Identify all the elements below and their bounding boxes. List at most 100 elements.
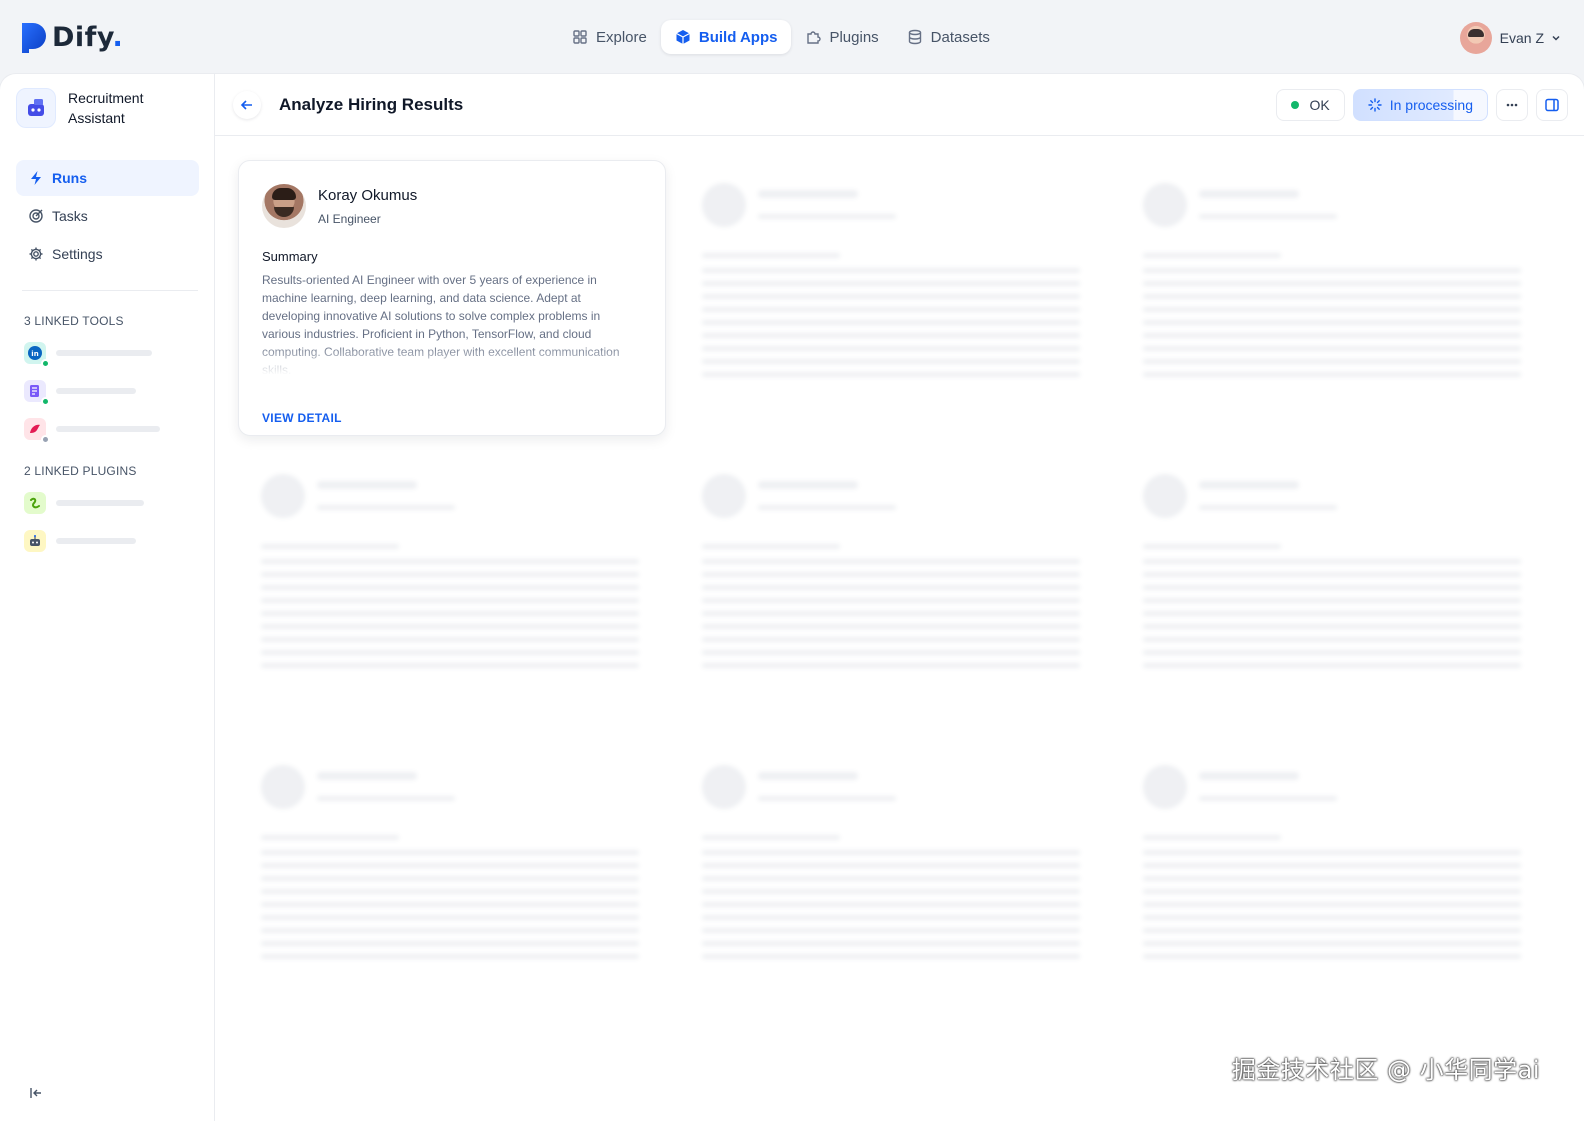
skeleton-avatar bbox=[702, 765, 746, 809]
skeleton-heading bbox=[702, 253, 840, 258]
skeleton-subtitle bbox=[758, 214, 896, 219]
skeleton-avatar bbox=[261, 765, 305, 809]
skeleton-line bbox=[1143, 941, 1521, 946]
skeleton-avatar bbox=[1143, 183, 1187, 227]
app-header: Recruitment Assistant bbox=[16, 88, 178, 128]
view-detail-link[interactable]: VIEW DETAIL bbox=[262, 411, 342, 425]
skeleton-line bbox=[261, 663, 639, 668]
skeleton-card bbox=[679, 451, 1107, 727]
skeleton-line bbox=[261, 611, 639, 616]
skeleton-line bbox=[261, 941, 639, 946]
sidebar-item-label: Tasks bbox=[52, 208, 88, 224]
linked-plugin-robot[interactable] bbox=[24, 530, 136, 552]
sidebar-item-settings[interactable]: Settings bbox=[16, 236, 199, 272]
skeleton-line bbox=[261, 889, 639, 894]
nav-plugins[interactable]: Plugins bbox=[791, 20, 892, 54]
skeleton-line bbox=[1143, 559, 1521, 564]
skeleton-line bbox=[1143, 598, 1521, 603]
skeleton-line bbox=[702, 611, 1080, 616]
skeleton-line bbox=[1143, 915, 1521, 920]
more-options-button[interactable] bbox=[1496, 89, 1528, 121]
more-horizontal-icon bbox=[1506, 103, 1518, 107]
back-button[interactable] bbox=[233, 91, 261, 119]
puzzle-icon bbox=[807, 31, 822, 44]
sidebar-item-runs[interactable]: Runs bbox=[16, 160, 199, 196]
linked-plugin-snake[interactable] bbox=[24, 492, 144, 514]
status-ok-badge[interactable]: OK bbox=[1276, 89, 1345, 121]
skeleton-line bbox=[702, 294, 1080, 299]
status-ok-label: OK bbox=[1309, 97, 1330, 113]
processing-status-badge[interactable]: In processing bbox=[1352, 89, 1488, 121]
loading-spinner-icon bbox=[1368, 98, 1382, 112]
toggle-panel-button[interactable] bbox=[1536, 89, 1568, 121]
sidebar-divider bbox=[22, 290, 198, 291]
chevron-down-icon bbox=[1552, 35, 1560, 41]
nav-explore[interactable]: Explore bbox=[558, 20, 661, 54]
skeleton-line bbox=[702, 333, 1080, 338]
skeleton-line bbox=[1143, 585, 1521, 590]
page-title: Analyze Hiring Results bbox=[279, 95, 464, 114]
linked-tool-form[interactable] bbox=[24, 380, 136, 406]
app-sidebar: Recruitment Assistant Runs Tasks Setting… bbox=[0, 74, 215, 1121]
skeleton-heading bbox=[1143, 253, 1281, 258]
skeleton-line bbox=[702, 663, 1080, 668]
tool-name-placeholder bbox=[56, 350, 152, 356]
top-navigation-bar: Dify. Explore Build Apps Plugins Dataset… bbox=[0, 0, 1584, 74]
processing-label: In processing bbox=[1389, 97, 1473, 113]
sidebar-item-label: Runs bbox=[52, 170, 87, 186]
candidate-role: AI Engineer bbox=[318, 212, 381, 226]
skeleton-line bbox=[1143, 637, 1521, 642]
skeleton-line bbox=[1143, 572, 1521, 577]
nav-explore-label: Explore bbox=[596, 28, 647, 46]
header-actions: OK In processing bbox=[1268, 89, 1568, 121]
linked-tools-title: 3 LINKED TOOLS bbox=[24, 314, 124, 328]
linked-tool-bird[interactable] bbox=[24, 418, 160, 444]
skeleton-line bbox=[1143, 281, 1521, 286]
skeleton-title bbox=[758, 772, 858, 780]
sidebar-item-tasks[interactable]: Tasks bbox=[16, 198, 199, 234]
skeleton-line bbox=[1143, 663, 1521, 668]
skeleton-line bbox=[702, 863, 1080, 868]
status-dot bbox=[1291, 101, 1300, 109]
skeleton-line bbox=[702, 624, 1080, 629]
skeleton-line bbox=[261, 928, 639, 933]
skeleton-card bbox=[1120, 451, 1548, 727]
collapse-sidebar-icon[interactable] bbox=[28, 1085, 44, 1101]
tool-name-placeholder bbox=[56, 388, 136, 394]
skeleton-line bbox=[702, 928, 1080, 933]
nav-build-apps-label: Build Apps bbox=[698, 28, 778, 46]
skeleton-line bbox=[702, 650, 1080, 655]
skeleton-line bbox=[1143, 294, 1521, 299]
skeleton-avatar bbox=[1143, 765, 1187, 809]
skeleton-title bbox=[317, 481, 417, 489]
skeleton-line bbox=[702, 598, 1080, 603]
skeleton-subtitle bbox=[1199, 796, 1337, 801]
nav-build-apps[interactable]: Build Apps bbox=[660, 20, 792, 54]
candidate-card[interactable]: Koray Okumus AI Engineer Summary Results… bbox=[238, 160, 666, 436]
skeleton-line bbox=[1143, 624, 1521, 629]
nav-datasets-label: Datasets bbox=[930, 28, 990, 46]
skeleton-line bbox=[702, 941, 1080, 946]
linked-tool-linkedin[interactable]: in bbox=[24, 342, 152, 368]
sidebar-panel-icon bbox=[1545, 98, 1559, 112]
dify-logo[interactable]: Dify. bbox=[22, 22, 123, 53]
skeleton-line bbox=[702, 876, 1080, 881]
user-menu[interactable]: Evan Z bbox=[1459, 22, 1562, 54]
skeleton-heading bbox=[702, 835, 840, 840]
arrow-left-icon bbox=[240, 100, 252, 110]
watermark-text: 掘金技术社区 @ 小华同学ai bbox=[1231, 1056, 1540, 1084]
skeleton-line bbox=[261, 863, 639, 868]
skeleton-line bbox=[1143, 650, 1521, 655]
skeleton-line bbox=[261, 915, 639, 920]
skeleton-line bbox=[261, 850, 639, 855]
tool-name-placeholder bbox=[56, 426, 160, 432]
status-dot bbox=[41, 397, 50, 406]
skeleton-subtitle bbox=[317, 796, 455, 801]
skeleton-line bbox=[1143, 850, 1521, 855]
bird-icon bbox=[24, 418, 50, 444]
skeleton-line bbox=[1143, 876, 1521, 881]
skeleton-heading bbox=[1143, 544, 1281, 549]
robot-app-icon bbox=[16, 88, 56, 128]
nav-datasets[interactable]: Datasets bbox=[893, 20, 1004, 54]
skeleton-heading bbox=[1143, 835, 1281, 840]
